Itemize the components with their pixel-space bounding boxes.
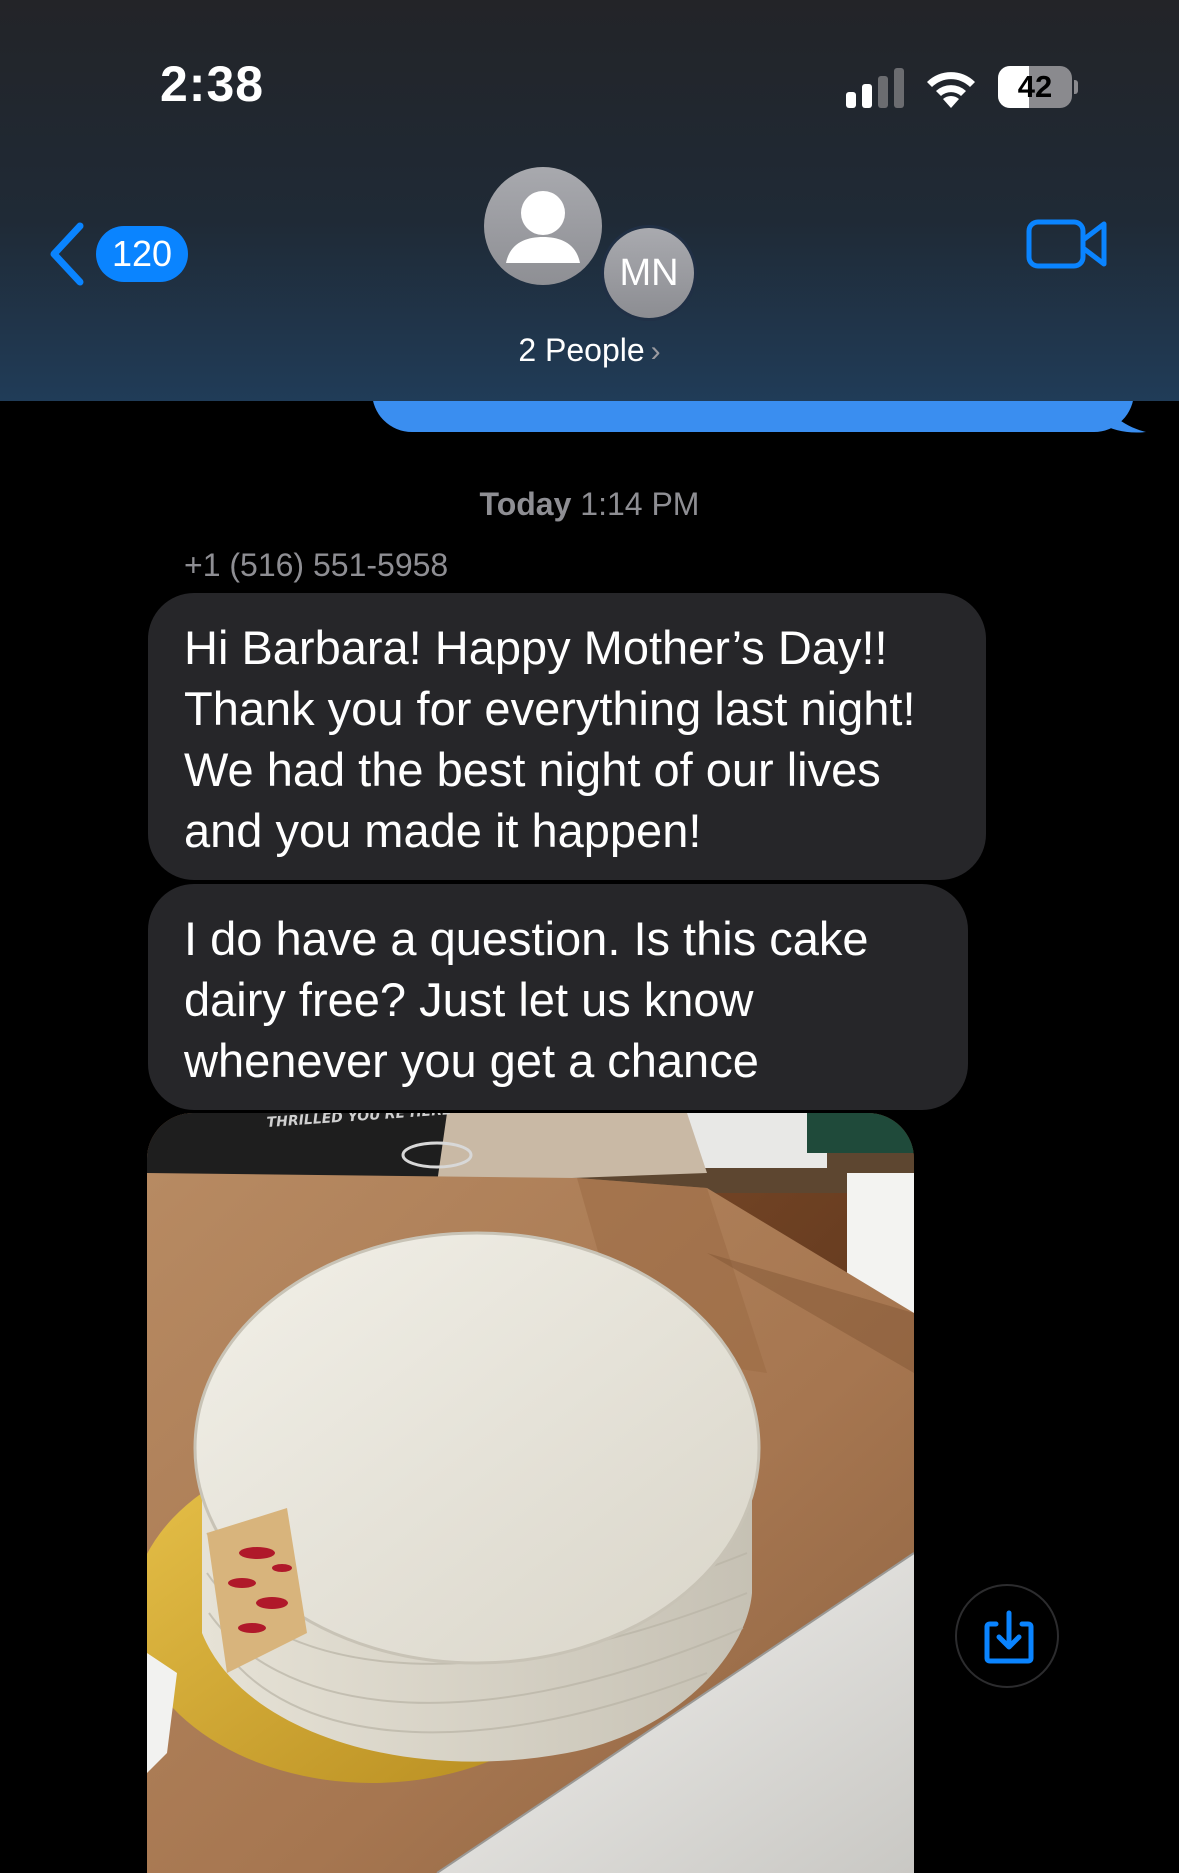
received-message-bubble[interactable]: Hi Barbara! Happy Mother’s Day!! Thank y… [148,593,986,880]
group-title: 2 People [518,332,645,368]
group-participants-button[interactable]: 2 People › [0,332,1179,369]
battery-icon: 42 [998,66,1078,108]
sent-bubble-tail [1098,396,1146,433]
person-icon [506,191,580,263]
received-message-bubble[interactable]: I do have a question. Is this cake dairy… [148,884,968,1110]
photo-attachment[interactable]: THRILLED YOU'RE HERE [147,1113,914,1873]
cake-photo: THRILLED YOU'RE HERE [147,1113,914,1873]
message-timestamp: Today 1:14 PM [0,486,1179,523]
unread-count-badge: 120 [96,226,188,282]
status-time: 2:38 [160,56,265,112]
timestamp-day: Today [479,486,572,522]
cellular-signal-icon [846,68,904,108]
back-chevron-icon [50,222,84,286]
timestamp-time: 1:14 PM [580,486,700,522]
sender-phone-number: +1 (516) 551-5958 [184,547,449,583]
save-photo-button[interactable] [955,1584,1059,1688]
contact-avatar[interactable] [484,167,602,285]
chevron-right-icon: › [650,335,661,368]
contact-avatar-initials[interactable]: MN [604,228,694,318]
battery-percent: 42 [1017,69,1053,104]
video-camera-icon[interactable] [1026,216,1108,272]
wifi-icon [927,72,975,108]
conversation-header: 2:38 42 120 MN 2 People › [0,0,1179,401]
back-button[interactable]: 120 [46,222,188,286]
download-icon [984,1610,1034,1664]
